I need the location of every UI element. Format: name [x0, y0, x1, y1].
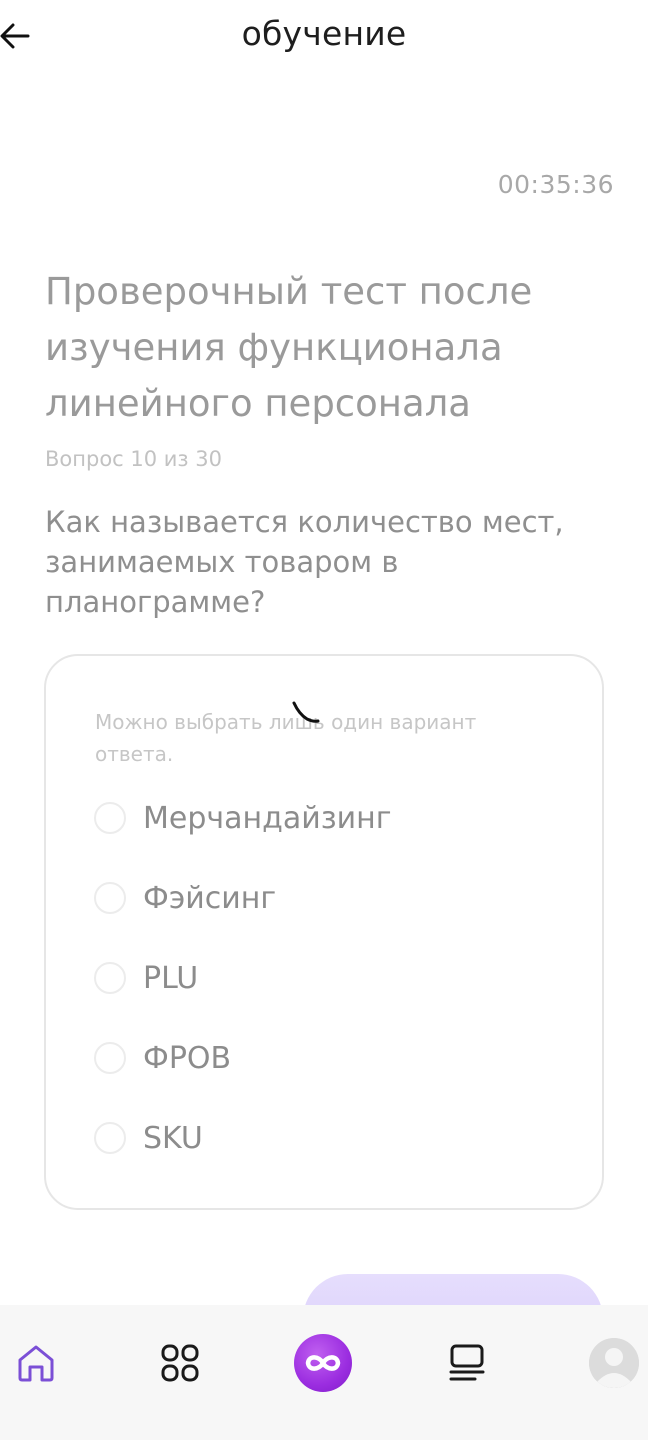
- nav-feed[interactable]: [437, 1333, 497, 1393]
- test-title: Проверочный тест после изучения функцион…: [45, 270, 533, 425]
- radio-button[interactable]: [94, 802, 126, 834]
- answer-option-label: SKU: [143, 1120, 203, 1156]
- answer-option[interactable]: SKU: [94, 1116, 203, 1160]
- header: обучение: [0, 0, 648, 72]
- nav-center[interactable]: [293, 1333, 353, 1393]
- home-icon: [18, 1345, 54, 1382]
- user-icon: [589, 1338, 639, 1388]
- infinity-icon: [305, 1355, 341, 1371]
- nav-home[interactable]: [6, 1333, 66, 1393]
- answer-option[interactable]: PLU: [94, 956, 198, 1000]
- screen: обучение 00:35:36 Проверочный тест после…: [0, 0, 648, 1440]
- radio-button[interactable]: [94, 1042, 126, 1074]
- nav-apps[interactable]: [150, 1333, 210, 1393]
- loading-spinner-icon: [292, 701, 320, 723]
- answer-option[interactable]: ФРОВ: [94, 1036, 231, 1080]
- center-action-button[interactable]: [294, 1334, 352, 1392]
- apps-grid-icon: [161, 1344, 199, 1382]
- question-counter: Вопрос 10 из 30: [45, 447, 222, 471]
- answer-option[interactable]: Мерчандайзинг: [94, 796, 392, 840]
- timer: 00:35:36: [497, 170, 614, 199]
- nav-profile[interactable]: [584, 1333, 644, 1393]
- answer-hint: Можно выбрать лишь один вариант ответа.: [95, 710, 477, 766]
- bottom-nav: [0, 1305, 648, 1440]
- feed-icon: [449, 1344, 485, 1381]
- answer-option-label: PLU: [143, 960, 199, 996]
- answer-option[interactable]: Фэйсинг: [94, 876, 276, 920]
- radio-button[interactable]: [94, 1122, 126, 1154]
- radio-button[interactable]: [94, 962, 126, 994]
- answer-option-label: Мерчандайзинг: [143, 800, 392, 836]
- answer-option-label: Фэйсинг: [143, 880, 277, 916]
- profile-avatar[interactable]: [589, 1338, 639, 1388]
- radio-button[interactable]: [94, 882, 126, 914]
- answer-option-label: ФРОВ: [143, 1040, 232, 1076]
- answers-card: Можно выбрать лишь один вариант ответа. …: [44, 654, 604, 1210]
- question-text: Как называется количество мест, занимаем…: [45, 505, 564, 619]
- page-title: обучение: [241, 14, 407, 53]
